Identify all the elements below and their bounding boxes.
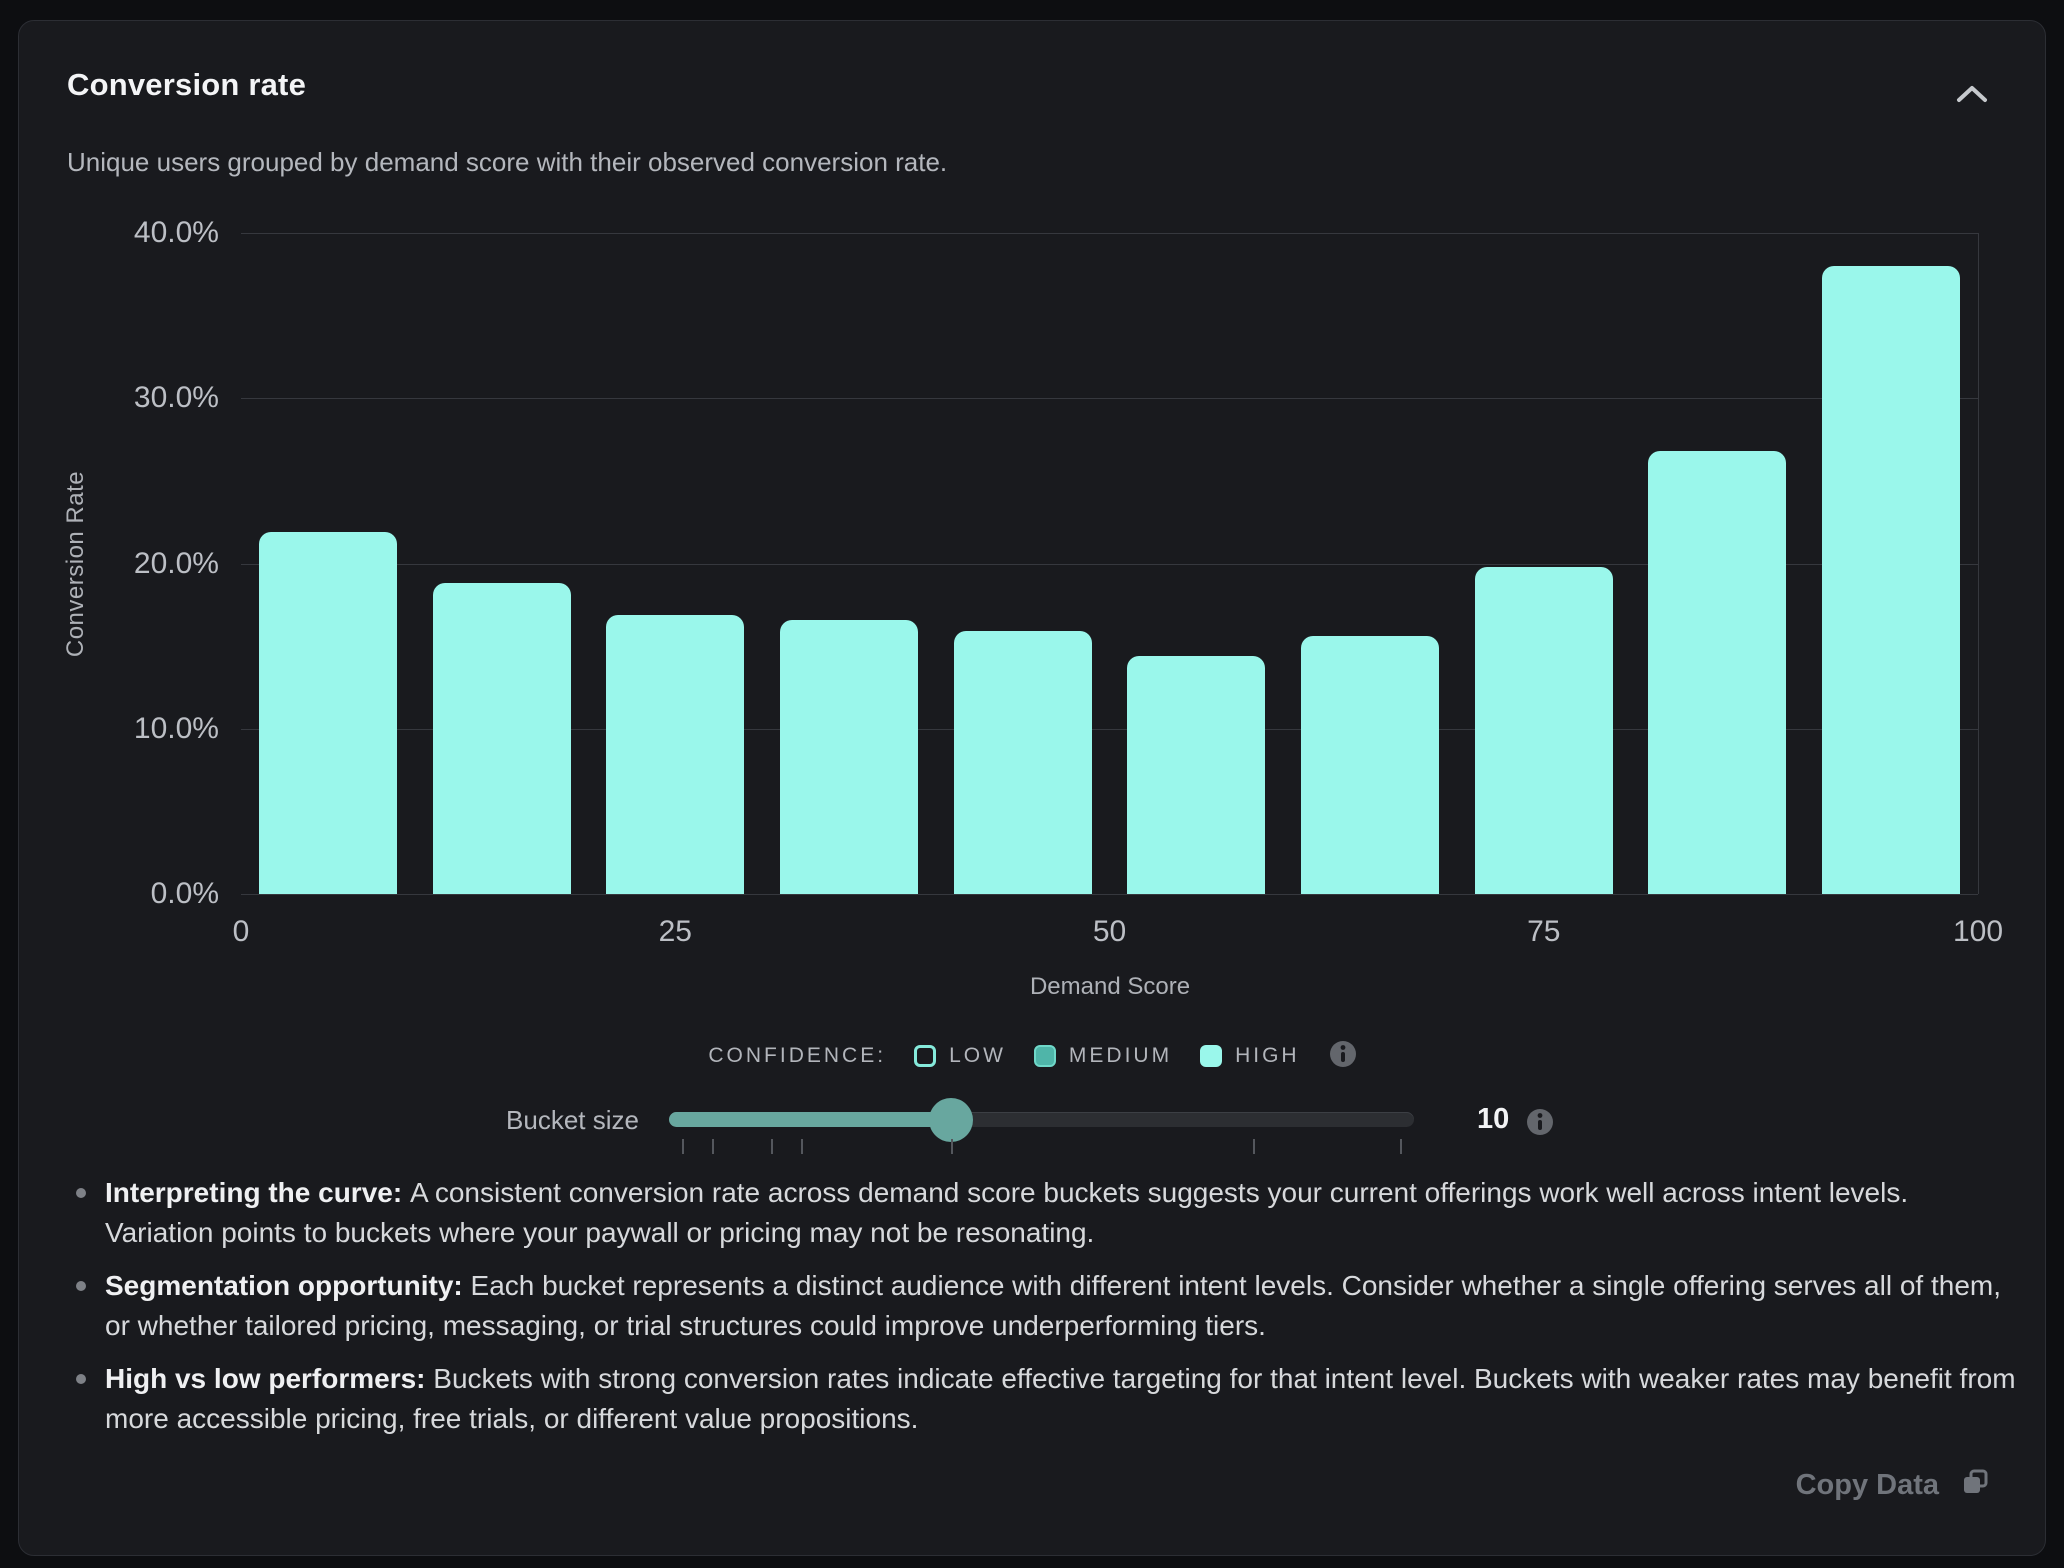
legend-items: LOW MEDIUM HIGH (914, 1044, 1300, 1068)
note-item: Segmentation opportunity: Each bucket re… (67, 1266, 2019, 1346)
bucket-size-slider[interactable] (669, 1112, 1414, 1127)
x-tick-label: 75 (1527, 915, 1560, 949)
legend-item-label: HIGH (1235, 1044, 1300, 1068)
bar (1127, 656, 1265, 894)
x-tick-label: 50 (1093, 915, 1126, 949)
legend-item-low[interactable]: LOW (914, 1044, 1006, 1068)
x-tick-label: 0 (233, 915, 250, 949)
chevron-up-icon (1951, 80, 1993, 111)
copy-icon (1961, 1469, 1991, 1502)
legend-label: CONFIDENCE: (708, 1044, 886, 1068)
slider-info-button[interactable] (1525, 1107, 1555, 1140)
gridline (241, 398, 1978, 399)
info-icon (1328, 1039, 1358, 1072)
bar (780, 620, 918, 894)
slider-value: 10 (1477, 1103, 1509, 1136)
collapse-button[interactable] (1949, 77, 1995, 113)
bar (259, 532, 397, 894)
bucket-size-control: Bucket size 10 (19, 1081, 2047, 1177)
gridline (241, 233, 1978, 234)
x-tick-label: 25 (659, 915, 692, 949)
copy-data-label: Copy Data (1796, 1469, 1939, 1502)
conversion-rate-bar-chart: Conversion Rate 40.0%30.0%20.0%10.0%0.0%… (19, 201, 2047, 1011)
slider-label: Bucket size (439, 1105, 639, 1136)
chart-subtitle: Unique users grouped by demand score wit… (67, 147, 947, 178)
legend-swatch-medium (1034, 1045, 1056, 1067)
legend-info-button[interactable] (1328, 1039, 1358, 1072)
legend-swatch-high (1200, 1045, 1222, 1067)
slider-tick (801, 1139, 803, 1154)
note-lead: Interpreting the curve: (105, 1177, 410, 1208)
x-tick-label: 100 (1953, 915, 2003, 949)
y-tick-label: 20.0% (19, 547, 219, 581)
legend-item-medium[interactable]: MEDIUM (1034, 1044, 1172, 1068)
copy-data-button[interactable]: Copy Data (1796, 1469, 1991, 1502)
bar (433, 583, 571, 894)
slider-tick (1400, 1139, 1402, 1154)
note-item: Interpreting the curve: A consistent con… (67, 1173, 2019, 1253)
confidence-legend: CONFIDENCE: LOW MEDIUM HIGH (19, 1039, 2047, 1072)
bar (1301, 636, 1439, 894)
legend-item-label: MEDIUM (1069, 1044, 1172, 1068)
slider-tick (682, 1139, 684, 1154)
slider-ticks (669, 1139, 1414, 1157)
slider-thumb[interactable] (929, 1098, 973, 1142)
slider-tick (1253, 1139, 1255, 1154)
bar (954, 631, 1092, 894)
note-lead: Segmentation opportunity: (105, 1270, 471, 1301)
slider-tick (712, 1139, 714, 1154)
info-icon (1525, 1107, 1555, 1140)
bar (1648, 451, 1786, 894)
slider-fill (669, 1112, 951, 1127)
legend-item-label: LOW (949, 1044, 1006, 1068)
y-tick-label: 10.0% (19, 712, 219, 746)
gridline (241, 894, 1978, 895)
legend-swatch-low (914, 1045, 936, 1067)
bar (1475, 567, 1613, 894)
legend-item-high[interactable]: HIGH (1200, 1044, 1300, 1068)
y-tick-label: 0.0% (19, 877, 219, 911)
insight-notes: Interpreting the curve: A consistent con… (67, 1173, 2019, 1452)
y-tick-label: 30.0% (19, 381, 219, 415)
y-tick-label: 40.0% (19, 216, 219, 250)
plot-right-edge (1978, 233, 1979, 894)
conversion-rate-card: Conversion rate Unique users grouped by … (18, 20, 2046, 1556)
bar (1822, 266, 1960, 894)
bar (606, 615, 744, 894)
slider-tick (951, 1139, 953, 1154)
x-axis-title: Demand Score (1030, 973, 1190, 1001)
page: Conversion rate Unique users grouped by … (0, 0, 2064, 1568)
note-lead: High vs low performers: (105, 1363, 433, 1394)
note-item: High vs low performers: Buckets with str… (67, 1359, 2019, 1439)
slider-tick (771, 1139, 773, 1154)
page-title: Conversion rate (67, 67, 306, 103)
